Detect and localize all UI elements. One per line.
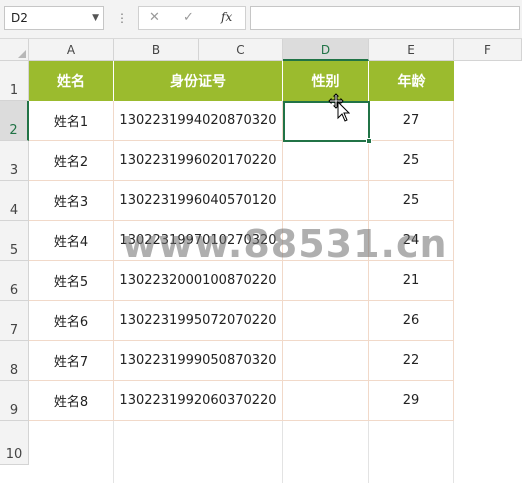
header-name[interactable]: 姓名	[29, 61, 114, 101]
row-header[interactable]: 8	[0, 341, 29, 381]
header-gender[interactable]: 性别	[283, 61, 369, 101]
column-header-c[interactable]: C	[199, 39, 283, 61]
cell-name[interactable]: 姓名6	[29, 301, 114, 341]
enter-icon[interactable]: ✓	[183, 10, 194, 25]
watermark: www.88531.cn	[122, 222, 448, 266]
header-age[interactable]: 年龄	[369, 61, 454, 101]
cell-id-number[interactable]: 1302231996040570120	[114, 181, 283, 221]
cell-age[interactable]: 22	[369, 341, 454, 381]
cell-gender[interactable]	[283, 301, 369, 341]
cell-age[interactable]: 29	[369, 381, 454, 421]
cell-name[interactable]: 姓名2	[29, 141, 114, 181]
selected-cell-d2[interactable]	[283, 101, 370, 142]
formula-input[interactable]	[250, 6, 520, 30]
row-header[interactable]: 9	[0, 381, 29, 421]
gridline	[282, 421, 283, 483]
cell-age[interactable]: 25	[369, 141, 454, 181]
gridline	[368, 421, 369, 483]
select-all-corner[interactable]	[0, 39, 29, 61]
row-header[interactable]: 10	[0, 421, 29, 465]
cancel-icon[interactable]: ✕	[149, 10, 160, 25]
row-header[interactable]: 4	[0, 181, 29, 221]
cell-name[interactable]: 姓名7	[29, 341, 114, 381]
mouse-cursor-icon	[328, 93, 351, 127]
column-header-d[interactable]: D	[283, 39, 369, 61]
column-header-e[interactable]: E	[369, 39, 454, 61]
cell-name[interactable]: 姓名5	[29, 261, 114, 301]
cell-gender[interactable]	[283, 141, 369, 181]
cell-gender[interactable]	[283, 381, 369, 421]
cell-age[interactable]: 27	[369, 101, 454, 141]
name-box[interactable]: D2 ▼	[4, 6, 104, 30]
cell-gender[interactable]	[283, 341, 369, 381]
row-header[interactable]: 1	[0, 61, 29, 101]
cell-id-number[interactable]: 1302231994020870320	[114, 101, 283, 141]
column-header-a[interactable]: A	[29, 39, 114, 61]
header-id-number[interactable]: 身份证号	[114, 61, 283, 101]
formula-bar: D2 ▼ ⋮ ✕ ✓ fx	[0, 0, 522, 39]
cell-id-number[interactable]: 1302232000100870220	[114, 261, 283, 301]
row-header[interactable]: 2	[0, 101, 29, 141]
cell-gender[interactable]	[283, 181, 369, 221]
cell-name[interactable]: 姓名4	[29, 221, 114, 261]
column-header-f[interactable]: F	[454, 39, 522, 61]
row-header[interactable]: 6	[0, 261, 29, 301]
cell-id-number[interactable]: 1302231996020170220	[114, 141, 283, 181]
column-header-b[interactable]: B	[114, 39, 199, 61]
gridline	[113, 421, 114, 483]
chevron-down-icon[interactable]: ▼	[92, 7, 99, 29]
row-header[interactable]: 3	[0, 141, 29, 181]
cell-name[interactable]: 姓名3	[29, 181, 114, 221]
cell-age[interactable]: 21	[369, 261, 454, 301]
name-box-value: D2	[11, 11, 28, 25]
cell-id-number[interactable]: 1302231992060370220	[114, 381, 283, 421]
cell-age[interactable]: 26	[369, 301, 454, 341]
cell-id-number[interactable]: 1302231995072070220	[114, 301, 283, 341]
cell-name[interactable]: 姓名1	[29, 101, 114, 141]
fill-handle[interactable]	[366, 138, 372, 144]
cell-age[interactable]: 25	[369, 181, 454, 221]
row-header[interactable]: 5	[0, 221, 29, 261]
more-options-icon[interactable]: ⋮	[116, 9, 128, 27]
formula-buttons: ✕ ✓ fx	[138, 6, 246, 30]
cell-gender[interactable]	[283, 261, 369, 301]
cell-id-number[interactable]: 1302231999050870320	[114, 341, 283, 381]
row-header[interactable]: 7	[0, 301, 29, 341]
cell-name[interactable]: 姓名8	[29, 381, 114, 421]
insert-function-icon[interactable]: fx	[221, 10, 232, 24]
